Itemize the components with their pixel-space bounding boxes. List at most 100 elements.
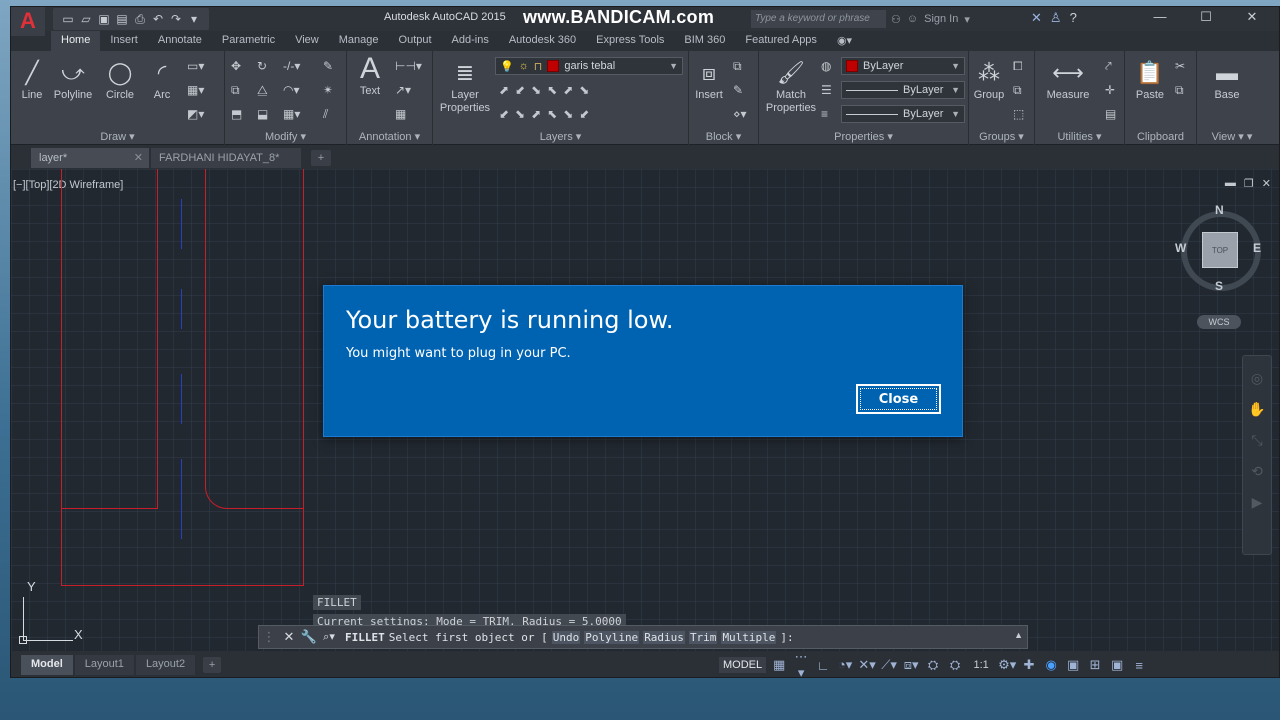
tab-manage[interactable]: Manage — [329, 31, 389, 51]
print-icon[interactable]: ⎙ — [131, 11, 149, 27]
tab-view[interactable]: View — [285, 31, 329, 51]
arc-button[interactable]: ◜ Arc — [149, 59, 175, 101]
rectangle-icon[interactable]: ▭▾ — [187, 59, 204, 73]
zoom-icon[interactable]: ⤡ — [1243, 432, 1271, 449]
option-radius[interactable]: Radius — [643, 630, 685, 644]
layout-tab-model[interactable]: Model — [21, 655, 73, 675]
explode-icon[interactable]: ✴ — [323, 83, 333, 97]
tab-featured-apps[interactable]: Featured Apps — [735, 31, 827, 51]
customization-icon[interactable]: ▣ — [1108, 657, 1126, 673]
line-button[interactable]: ╱ Line — [19, 59, 45, 101]
tab-home[interactable]: Home — [51, 31, 101, 51]
layer-properties-button[interactable]: ≣ Layer Properties — [439, 59, 491, 115]
base-view-button[interactable]: ▬ Base — [1209, 59, 1245, 101]
orbit-icon[interactable]: ⟲ — [1243, 463, 1271, 480]
option-undo[interactable]: Undo — [551, 630, 581, 644]
lineweight-dropdown[interactable]: ByLayer ▼ — [841, 105, 965, 123]
gradient-icon[interactable]: ◩▾ — [187, 107, 204, 121]
linetype-dropdown[interactable]: ByLayer ▼ — [841, 81, 965, 99]
fillet-icon[interactable]: ◠▾ — [283, 83, 300, 97]
qat-dropdown-icon[interactable]: ▾ — [185, 11, 203, 27]
block-attribute-icon[interactable]: ⋄▾ — [733, 107, 747, 121]
new-tab-button[interactable]: + — [311, 150, 331, 166]
isolate-objects-icon[interactable]: ◉ — [1042, 657, 1060, 673]
close-tab-icon[interactable]: ✕ — [134, 151, 143, 164]
create-block-icon[interactable]: ⧉ — [733, 59, 742, 74]
ungroup-icon[interactable]: ⧠ — [1013, 59, 1023, 74]
workspace-gear-icon[interactable]: ⚙▾ — [998, 657, 1016, 673]
dimension-icon[interactable]: ⊢⊣▾ — [395, 59, 422, 73]
annotation-scale-icon[interactable]: ⛭ — [924, 657, 942, 673]
measure-button[interactable]: ⟷ Measure — [1041, 59, 1095, 101]
tab-annotate[interactable]: Annotate — [148, 31, 212, 51]
stretch-icon[interactable]: ⬒ — [231, 107, 242, 121]
new-layout-button[interactable]: + — [203, 657, 222, 673]
scale-dropdown[interactable]: 1:1 — [968, 659, 994, 671]
annotation-monitor-icon[interactable]: ✚ — [1020, 657, 1038, 673]
ortho-icon[interactable]: ∟ — [814, 658, 832, 673]
undo-icon[interactable]: ↶ — [149, 11, 167, 27]
leader-icon[interactable]: ↗▾ — [395, 83, 411, 97]
rotate-icon[interactable]: ↻ — [257, 59, 267, 73]
annotation-visibility-icon[interactable]: ⛭ — [946, 657, 964, 673]
match-properties-button[interactable]: 🖌 Match Properties — [763, 59, 819, 115]
snap-icon[interactable]: ⋯▾ — [792, 649, 810, 677]
hardware-acceleration-icon[interactable]: ▣ — [1064, 657, 1082, 673]
calculator-icon[interactable]: ▤ — [1105, 107, 1116, 121]
cut-icon[interactable]: ✂ — [1175, 59, 1185, 73]
group-edit-icon[interactable]: ⧉ — [1013, 83, 1022, 98]
viewport-minimize-icon[interactable]: ▬ — [1225, 177, 1236, 190]
array-icon[interactable]: ▦▾ — [283, 107, 300, 121]
tab-insert[interactable]: Insert — [100, 31, 148, 51]
insert-block-button[interactable]: ⧈ Insert — [691, 59, 727, 101]
group-button[interactable]: ⁂ Group — [971, 59, 1007, 101]
draw-panel-title[interactable]: Draw ▾ — [11, 130, 224, 143]
tab-add-ins[interactable]: Add-ins — [442, 31, 499, 51]
circle-button[interactable]: ◯ Circle — [103, 59, 137, 101]
redo-icon[interactable]: ↷ — [167, 11, 185, 27]
view-panel-title[interactable]: View ▾ ▾ — [1197, 130, 1267, 143]
paste-button[interactable]: 📋 Paste — [1133, 59, 1167, 101]
mirror-icon[interactable]: ⧋ — [257, 83, 268, 98]
edit-block-icon[interactable]: ✎ — [733, 83, 743, 97]
save-as-icon[interactable]: ▤ — [113, 11, 131, 27]
layer-tools-row-2[interactable]: ⬋⬊⬈⬉⬊⬋ — [499, 107, 595, 121]
table-icon[interactable]: ▦ — [395, 107, 406, 121]
new-file-icon[interactable]: ▭ — [59, 11, 77, 27]
compass-west[interactable]: W — [1175, 241, 1186, 255]
layers-panel-title[interactable]: Layers ▾ — [433, 130, 688, 143]
utilities-panel-title[interactable]: Utilities ▾ — [1035, 130, 1124, 143]
option-multiple[interactable]: Multiple — [721, 630, 777, 644]
ribbon-options-icon[interactable]: ◉▾ — [827, 31, 862, 51]
command-line[interactable]: ⋮ ✕ 🔧 ⌕▾ FILLET Select first object or [… — [258, 625, 1028, 649]
minimize-icon[interactable]: — — [1137, 7, 1183, 29]
file-tab-layer[interactable]: layer* ✕ — [31, 148, 149, 168]
copy-icon[interactable]: ⧉ — [231, 83, 240, 98]
layer-dropdown[interactable]: 💡 ☼ ⊓ garis tebal ▼ — [495, 57, 683, 75]
selection-cycling-icon[interactable]: ⧈▾ — [902, 657, 920, 673]
grid-icon[interactable]: ▦ — [770, 657, 788, 673]
scale-icon[interactable]: ⬓ — [257, 107, 268, 121]
properties-panel-title[interactable]: Properties ▾ — [759, 130, 968, 143]
command-history-toggle-icon[interactable]: ▲ — [1014, 630, 1023, 640]
status-menu-icon[interactable]: ≡ — [1130, 658, 1148, 673]
showmotion-icon[interactable]: ▶ — [1243, 494, 1271, 511]
recent-commands-icon[interactable]: ⌕▾ — [319, 630, 339, 644]
polar-icon[interactable]: ◔▾ — [836, 657, 854, 673]
option-polyline[interactable]: Polyline — [584, 630, 640, 644]
compass-south[interactable]: S — [1215, 279, 1223, 293]
viewcube-top-face[interactable]: TOP — [1202, 232, 1238, 268]
help-icon[interactable]: ? — [1070, 10, 1077, 26]
block-panel-title[interactable]: Block ▾ — [689, 130, 758, 143]
file-tab-fardhani[interactable]: FARDHANI HIDAYAT_8* — [151, 148, 301, 168]
clean-screen-icon[interactable]: ⊞ — [1086, 657, 1104, 673]
compass-north[interactable]: N — [1215, 203, 1224, 217]
tab-express-tools[interactable]: Express Tools — [586, 31, 674, 51]
close-window-icon[interactable]: ✕ — [1229, 7, 1275, 29]
groups-panel-title[interactable]: Groups ▾ — [969, 130, 1034, 143]
search-input[interactable]: Type a keyword or phrase — [751, 10, 886, 28]
move-icon[interactable]: ✥ — [231, 59, 241, 73]
tab-bim-360[interactable]: BIM 360 — [674, 31, 735, 51]
tab-autodesk-360[interactable]: Autodesk 360 — [499, 31, 586, 51]
group-select-icon[interactable]: ⬚ — [1013, 107, 1024, 121]
